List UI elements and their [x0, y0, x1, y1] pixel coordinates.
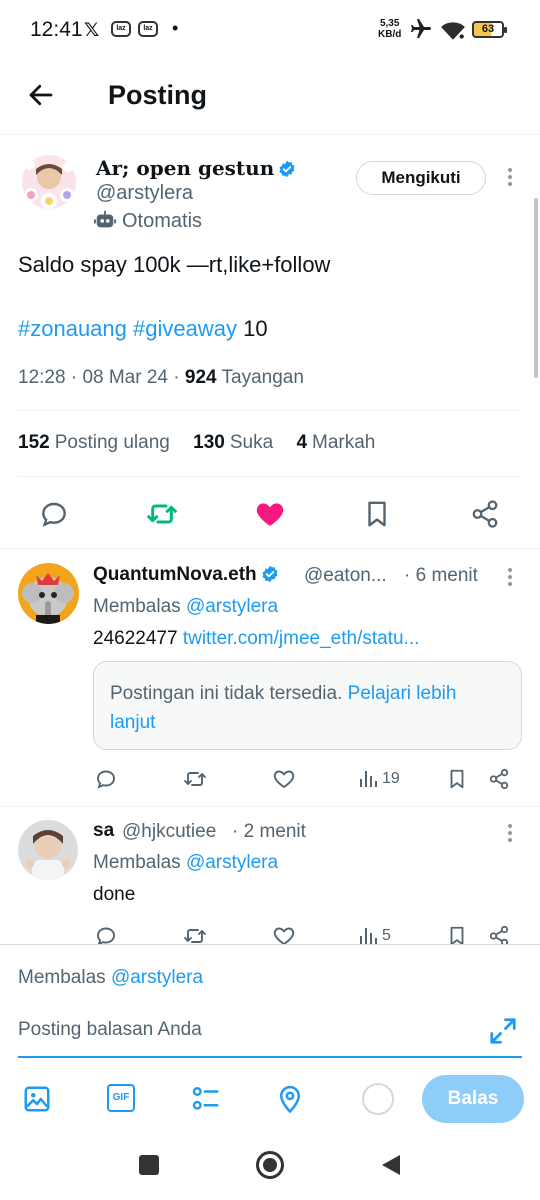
reply-avatar[interactable]	[18, 563, 79, 624]
reply-text: done	[93, 884, 136, 905]
character-count-circle	[362, 1083, 394, 1115]
reply-author-name[interactable]: QuantumNova.eth	[93, 564, 279, 586]
status-time: 12:41	[30, 18, 83, 41]
likes-stat[interactable]: 130 Suka	[193, 432, 273, 453]
verified-badge-icon	[262, 565, 278, 583]
divider	[18, 476, 522, 477]
lazada-notification-icon: laz	[111, 21, 131, 37]
compose-replying-to: Membalas @arstylera	[18, 967, 204, 988]
lazada-notification-icon: laz	[138, 21, 158, 37]
reply-time: · 2 menit	[232, 821, 306, 842]
mention-link[interactable]: @arstylera	[111, 967, 203, 988]
author-name[interactable]: Ar; open gestun	[96, 156, 296, 180]
divider	[18, 410, 522, 411]
post-text-suffix: 10	[243, 316, 268, 341]
bookmarks-stat[interactable]: 4 Markah	[296, 432, 375, 453]
reply-icon[interactable]	[38, 498, 70, 530]
post-timestamp-views: 12:28 · 08 Mar 24 · 924 Tayangan	[18, 367, 304, 388]
post-stats: 152 Posting ulang 130 Suka 4 Markah	[18, 432, 393, 454]
airplane-mode-icon	[411, 19, 431, 38]
post-text: Saldo spay 100k —rt,like+follow	[18, 252, 331, 277]
reply-time: · 6 menit	[404, 565, 478, 586]
author-avatar[interactable]	[22, 155, 76, 209]
divider	[0, 806, 540, 807]
reposts-stat[interactable]: 152 Posting ulang	[18, 432, 170, 453]
more-options-icon[interactable]	[500, 566, 520, 588]
page-title: Posting	[108, 80, 207, 110]
mention-link[interactable]: @arstylera	[186, 596, 278, 617]
gif-icon[interactable]: GIF	[107, 1084, 135, 1112]
input-underline	[18, 1056, 522, 1058]
back-button[interactable]	[380, 1153, 402, 1177]
x-app-icon: 𝕏	[84, 20, 100, 41]
replying-to-label: Membalas @arstylera	[93, 596, 279, 617]
poll-icon[interactable]	[190, 1084, 222, 1114]
more-options-icon[interactable]	[500, 822, 520, 844]
repost-icon[interactable]	[183, 767, 207, 791]
more-notifications-dot: •	[172, 18, 179, 38]
reply-icon[interactable]	[94, 767, 118, 791]
app-header: Posting	[0, 60, 540, 135]
reply-author-handle[interactable]: @eaton...	[304, 565, 387, 587]
reply-input[interactable]: Posting balasan Anda	[18, 1019, 202, 1041]
wifi-icon	[441, 22, 465, 40]
reply-author-handle[interactable]: @hjkcutiee	[122, 821, 216, 843]
battery-indicator: 63	[472, 21, 507, 38]
more-options-icon[interactable]	[500, 166, 520, 188]
unavailable-post-embed: Postingan ini tidak tersedia. Pelajari l…	[93, 661, 522, 750]
like-icon[interactable]	[272, 767, 296, 791]
following-button[interactable]: Mengikuti	[356, 161, 486, 195]
bookmark-icon[interactable]	[362, 498, 392, 530]
reply-text: 24622477 twitter.com/jmee_eth/statu...	[93, 628, 420, 649]
reply-compose-panel: Membalas @arstylera Posting balasan Anda…	[0, 944, 540, 1140]
reply-link[interactable]: twitter.com/jmee_eth/statu...	[183, 628, 420, 649]
automated-account-label: Otomatis	[94, 209, 202, 233]
post-hashtags: #zonauang #giveaway 10	[18, 316, 268, 342]
reply-avatar[interactable]	[18, 820, 78, 880]
share-icon[interactable]	[470, 498, 500, 530]
reply-submit-button[interactable]: Balas	[422, 1075, 524, 1123]
scrollbar[interactable]	[534, 198, 538, 378]
verified-badge-icon	[279, 160, 295, 178]
like-icon[interactable]	[254, 498, 286, 530]
image-icon[interactable]	[22, 1084, 52, 1114]
robot-icon	[94, 210, 116, 228]
repost-icon[interactable]	[146, 498, 178, 530]
divider	[0, 548, 540, 549]
mention-link[interactable]: @arstylera	[186, 852, 278, 873]
home-button[interactable]	[255, 1150, 285, 1180]
hashtag-link[interactable]: #zonauang	[18, 316, 127, 341]
views-count: 19	[382, 770, 400, 787]
system-navigation-bar	[0, 1140, 540, 1200]
network-speed: 5,35 KB/d	[378, 18, 402, 40]
status-bar: 12:41 𝕏 laz laz • 5,35 KB/d 63	[0, 0, 540, 60]
recent-apps-button[interactable]	[139, 1155, 159, 1175]
hashtag-link[interactable]: #giveaway	[133, 316, 237, 341]
author-handle[interactable]: @arstylera	[96, 182, 193, 205]
expand-icon[interactable]	[488, 1016, 518, 1046]
location-icon[interactable]	[275, 1084, 305, 1114]
back-arrow-icon[interactable]	[26, 80, 56, 110]
views-count: 5	[382, 927, 391, 944]
views-icon[interactable]	[358, 767, 380, 791]
reply-author-name[interactable]: sa	[93, 820, 114, 842]
share-icon[interactable]	[488, 767, 510, 791]
bookmark-icon[interactable]	[446, 767, 468, 791]
replying-to-label: Membalas @arstylera	[93, 852, 279, 873]
